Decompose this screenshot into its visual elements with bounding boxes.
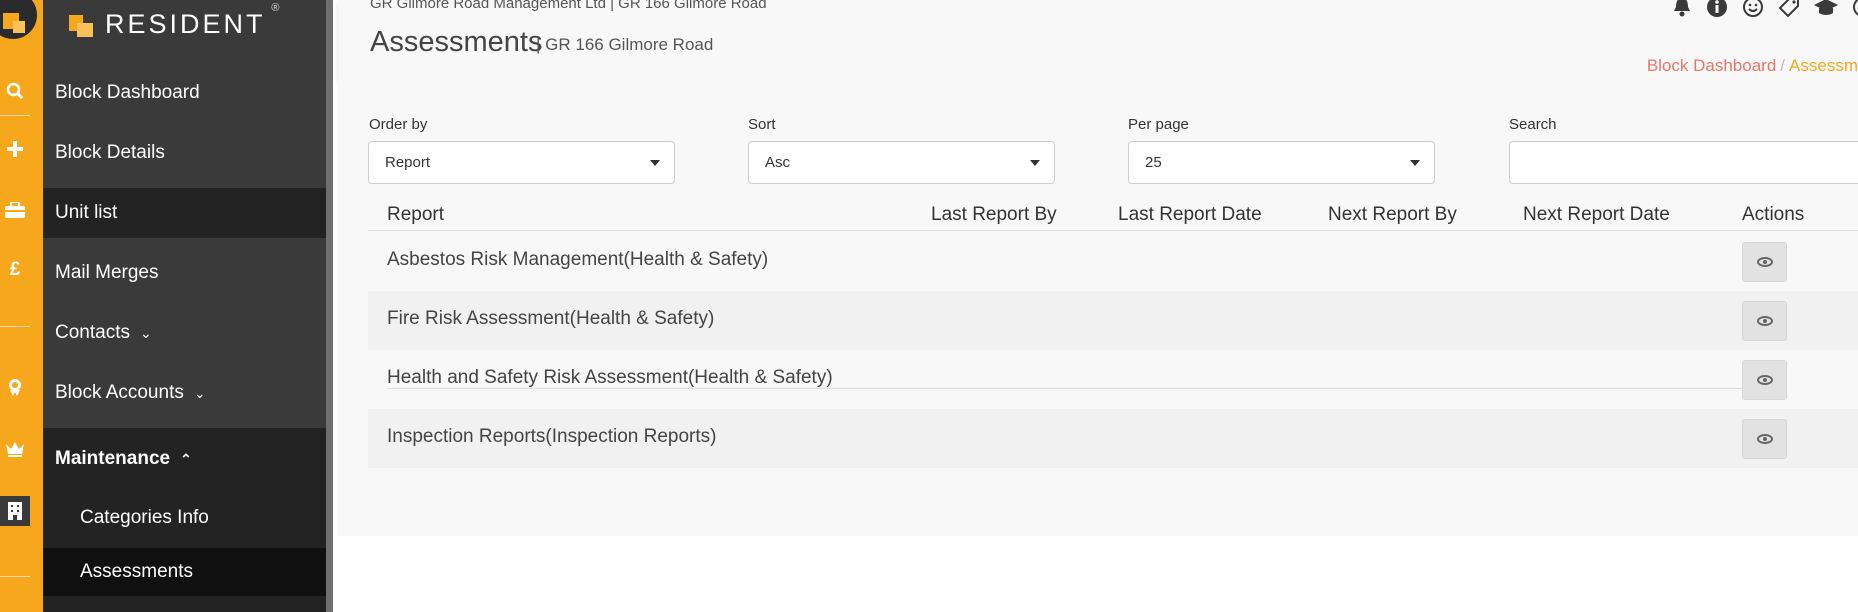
brand-logo[interactable]: RESIDENT ® [69,2,280,44]
building-icon[interactable] [0,496,30,526]
table-row: Fire Risk Assessment(Health & Safety) [368,291,1858,350]
eye-icon [1756,434,1773,444]
per-page-select[interactable]: 25 [1128,141,1435,184]
column-header-last-report-date[interactable]: Last Report Date [1118,204,1262,226]
brand-name: RESIDENT [105,8,266,39]
page-subtitle: | GR 166 Gilmore Road [536,35,714,54]
sidebar-item-label: Block Dashboard [55,82,200,103]
bell-icon[interactable] [1672,0,1692,24]
sidebar-item-block-dashboard[interactable]: Block Dashboard [43,68,326,118]
view-button[interactable] [1742,360,1787,400]
logo-badge[interactable] [0,0,40,42]
smiley-icon[interactable] [1742,0,1764,24]
table-header-divider [368,230,1858,231]
sidebar-item-label: Block Details [55,142,165,163]
order-by-value: Report [385,154,431,171]
per-page-label: Per page [1128,116,1189,133]
icon-rail: £ [0,0,43,612]
company-name: GR Gilmore Road Management Ltd | GR 166 … [370,0,767,12]
sort-select[interactable]: Asc [748,141,1055,184]
eye-icon [1756,257,1773,267]
caret-down-icon [1410,160,1420,166]
page-title: Assessments [370,26,543,58]
plus-icon[interactable] [0,134,30,164]
report-name: Fire Risk Assessment(Health & Safety) [387,308,715,329]
sidebar-item-label: Assessments [80,561,193,582]
sidebar-item-label: Block Accounts [55,382,184,403]
column-header-next-report-date[interactable]: Next Report Date [1523,204,1670,226]
sidebar-item-categories-info[interactable]: Categories Info [43,488,326,548]
sidebar-item-contacts[interactable]: Contacts ⌄ [43,308,326,358]
search-input[interactable] [1509,141,1858,184]
user-menu-icon[interactable] [1852,0,1858,24]
sidebar-item-block-accounts[interactable]: Block Accounts ⌄ [43,368,326,418]
info-icon[interactable] [1706,0,1728,24]
registered-mark: ® [271,2,280,14]
eye-icon [1756,375,1773,385]
column-header-next-report-by[interactable]: Next Report By [1328,204,1457,226]
search-icon[interactable] [0,76,30,106]
sidebar-item-label: Categories Info [80,507,209,528]
graduation-cap-icon[interactable] [1814,0,1838,24]
badge-icon[interactable] [0,372,30,402]
caret-down-icon [1030,160,1040,166]
report-name: Asbestos Risk Management(Health & Safety… [387,249,769,270]
tag-icon[interactable] [1778,0,1800,24]
breadcrumb-link-block-dashboard[interactable]: Block Dashboard [1647,56,1776,75]
sidebar-item-block-details[interactable]: Block Details [43,128,326,178]
table-row: Asbestos Risk Management(Health & Safety… [368,232,1858,291]
order-by-select[interactable]: Report [368,141,675,184]
sort-value: Asc [765,154,791,171]
view-button[interactable] [1742,419,1787,459]
chevron-down-icon: ⌄ [193,384,206,401]
sidebar-item-unit-list[interactable]: Unit list [43,188,326,238]
sidebar-item-mail-merges[interactable]: Mail Merges [43,248,326,298]
view-button[interactable] [1742,301,1787,341]
view-button[interactable] [1742,242,1787,282]
top-toolbar [1672,0,1858,24]
report-name: Inspection Reports(Inspection Reports) [387,426,717,447]
chevron-up-icon: ⌃ [180,450,192,467]
breadcrumb-current: Assessm [1789,56,1858,75]
search-label: Search [1509,116,1557,133]
pound-icon[interactable]: £ [0,255,30,285]
sidebar-item-label: Contacts [55,322,130,343]
column-header-report[interactable]: Report [387,204,444,226]
eye-icon [1756,316,1773,326]
sort-label: Sort [748,116,776,133]
report-name: Health and Safety Risk Assessment(Health… [387,367,833,388]
order-by-label: Order by [369,116,428,133]
per-page-value: 25 [1145,154,1162,171]
sidebar-item-assessments[interactable]: Assessments [43,548,326,596]
crown-icon[interactable] [0,434,30,464]
breadcrumb-separator: / [1780,56,1786,75]
chevron-down-icon: ⌄ [139,324,152,341]
sidebar-divider [326,0,333,612]
sidebar-item-maintenance[interactable]: Maintenance ⌃ [43,428,326,490]
page-header: GR Gilmore Road Management Ltd | GR 166 … [338,0,1858,82]
column-header-last-report-by[interactable]: Last Report By [931,204,1057,226]
table-row: Inspection Reports(Inspection Reports) [368,409,1858,468]
sidebar: RESIDENT ® Block Dashboard Block Details… [43,0,326,612]
breadcrumb: Block Dashboard / Assessm [1647,56,1858,76]
sidebar-footer [43,596,326,612]
brand-mark-icon [69,11,95,37]
briefcase-icon[interactable] [0,195,30,225]
sidebar-item-label: Maintenance [55,448,171,469]
caret-down-icon [650,160,660,166]
table-row: Health and Safety Risk Assessment(Health… [368,350,1858,409]
main-content: Order by Report Sort Asc Per page 25 Sea… [338,82,1858,536]
column-header-actions: Actions [1742,204,1805,225]
sidebar-item-label: Unit list [55,202,118,223]
sidebar-item-label: Mail Merges [55,262,159,283]
